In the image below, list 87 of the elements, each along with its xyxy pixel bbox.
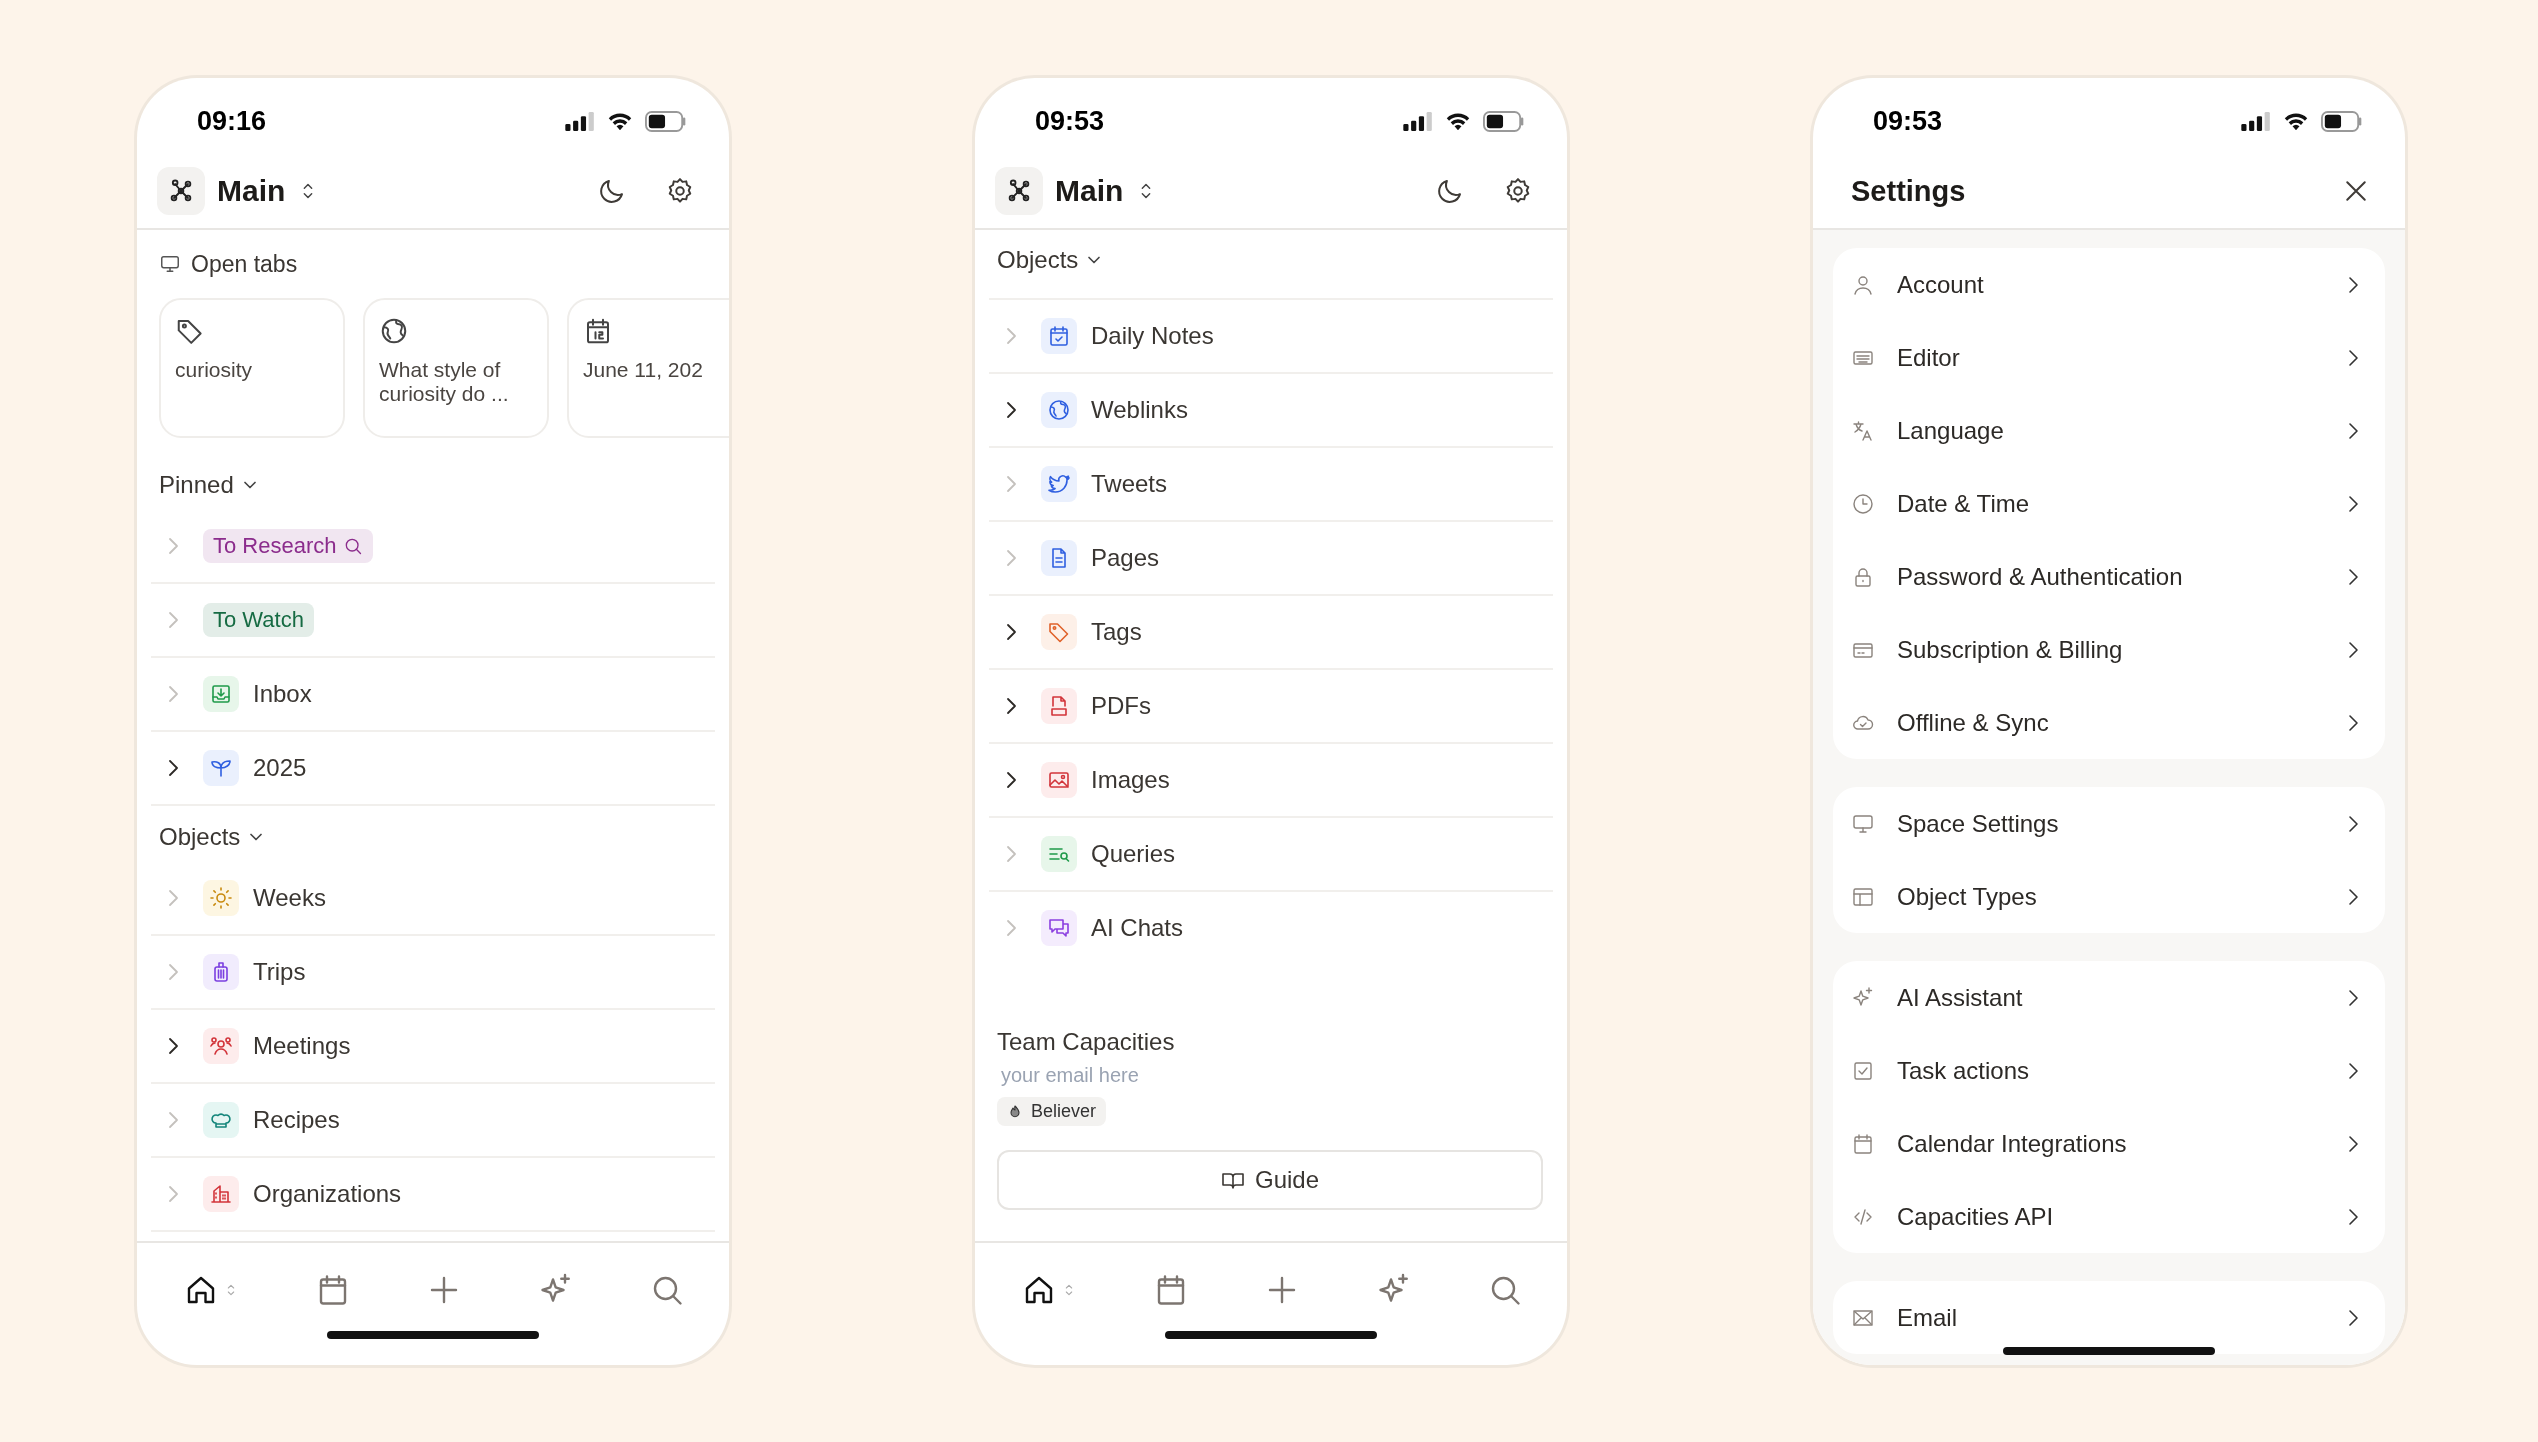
tag-icon [1041,614,1077,650]
settings-item[interactable]: Subscription & Billing [1833,613,2385,686]
bird-icon [1041,466,1077,502]
space-title: Main [1055,174,1124,208]
pinned-tag-chip[interactable]: To Watch [203,603,314,637]
calendar-check-icon [1041,318,1077,354]
list-item-label[interactable]: Weblinks [1091,396,1188,424]
graph-logo-icon [995,167,1043,215]
list-item-label[interactable]: Daily Notes [1091,322,1214,350]
clock-icon [1851,491,1875,516]
open-tab-card[interactable]: June 11, 202 [567,298,729,438]
settings-item[interactable]: Task actions [1833,1034,2385,1107]
card-title: June 11, 202 [583,358,704,382]
settings-item[interactable]: Object Types [1833,860,2385,933]
settings-title: Settings [1850,174,1966,208]
list-item-label[interactable]: Meetings [253,1032,351,1060]
signal-icon [1403,111,1433,131]
list-item-label[interactable]: Pages [1091,544,1160,572]
settings-item[interactable]: Email [1833,1281,2385,1354]
monitor-icon [159,253,181,275]
section-header[interactable]: Objects [989,234,1553,286]
list-item-label[interactable]: AI Chats [1091,914,1184,942]
team-name: Team Capacities [997,1028,1175,1056]
globe-icon [379,316,409,346]
section-header[interactable]: Pinned [151,460,715,510]
sprout-icon [203,750,239,786]
settings-item[interactable]: Offline & Sync [1833,686,2385,759]
open-tab-card[interactable]: curiosity [159,298,345,438]
suitcase-icon [203,954,239,990]
settings-item[interactable]: Space Settings [1833,787,2385,860]
plan-badge: Believer [997,1097,1107,1126]
list-item-label[interactable]: Trips [253,958,306,986]
battery-icon [2321,110,2363,132]
wifi-icon [2283,111,2309,131]
card-title: What style of curiosity do ... [379,358,510,406]
wifi-icon [607,111,633,131]
settings-item[interactable]: Language [1833,394,2385,467]
list-item-label[interactable]: Weeks [253,884,326,912]
battery-icon [1483,110,1525,132]
globe-icon [1041,392,1077,428]
settings-item[interactable]: Date & Time [1833,467,2385,540]
list-item-label[interactable]: Recipes [253,1106,340,1134]
status-time: 09:16 [197,105,267,137]
card-title: curiosity [175,358,254,382]
graph-logo-icon [157,167,205,215]
pdf-file-icon [1041,688,1077,724]
building-icon [203,1176,239,1212]
list-item-label[interactable]: Tags [1091,618,1142,646]
email-text: your email here [1000,1064,1139,1087]
settings-item[interactable]: Capacities API [1833,1180,2385,1253]
flame-icon [1007,1103,1023,1120]
list-item-label[interactable]: Queries [1091,840,1176,868]
list-item-label[interactable]: Organizations [253,1180,402,1208]
section-header[interactable]: Objects [151,812,715,862]
sun-icon [203,880,239,916]
query-icon [1041,836,1077,872]
status-time: 09:53 [1035,105,1105,137]
space-switcher[interactable]: Main [995,167,1158,215]
list-item-label[interactable]: Images [1091,766,1170,794]
section-title: Open tabs [191,250,298,278]
list-item-label[interactable]: Inbox [253,680,312,708]
list-item-label[interactable]: 2025 [253,754,307,782]
chef-hat-icon [203,1102,239,1138]
people-icon [203,1028,239,1064]
list-item-label[interactable]: Tweets [1091,470,1168,498]
settings-item[interactable]: Password & Authentication [1833,540,2385,613]
chat-icon [1041,910,1077,946]
guide-button[interactable]: Guide [997,1150,1543,1210]
translate-icon [1851,418,1875,443]
image-icon [1041,762,1077,798]
settings-item[interactable]: Calendar Integrations [1833,1107,2385,1180]
inbox-icon [203,676,239,712]
space-title: Main [217,174,286,208]
signal-icon [2241,111,2271,131]
signal-icon [565,111,595,131]
list-item-label[interactable]: PDFs [1091,692,1151,720]
space-switcher[interactable]: Main [157,167,320,215]
open-tab-card[interactable]: What style of curiosity do ... [363,298,549,438]
status-time: 09:53 [1873,105,1943,137]
pinned-tag-chip[interactable]: To Research [203,529,373,563]
battery-icon [645,110,687,132]
calendar-icon [1851,1131,1875,1156]
settings-item[interactable]: AI Assistant [1833,961,2385,1034]
settings-item[interactable]: Account [1833,248,2385,321]
document-icon [1041,540,1077,576]
wifi-icon [1445,111,1471,131]
settings-item[interactable]: Editor [1833,321,2385,394]
